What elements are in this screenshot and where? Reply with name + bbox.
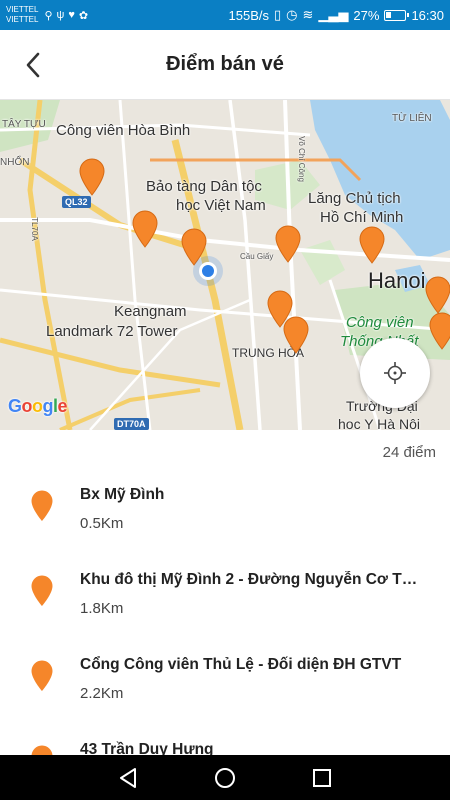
carrier-line-1: VIETTEL [6,5,39,14]
map-label-vo-chi-cong: Võ Chí Công [296,136,306,182]
carrier-line-2: VIETTEL [6,15,39,24]
map-label-cau-giay: Cầu Giấy [240,252,274,261]
network-speed: 155B/s [228,7,270,23]
map-label-museum-1: Bảo tàng Dân tộc [146,178,262,195]
points-count: 24 điểm [382,444,436,461]
map-label-mausoleum-1: Lăng Chủ tịch [308,190,401,207]
map-pin-icon [31,660,53,691]
map-label-park-thong-nhat-1: Công viên [346,314,414,331]
vibrate-icon: ▯ [274,7,282,22]
map-label-dt70a: DT70A [114,418,149,430]
locate-me-button[interactable] [360,338,430,408]
map-marker-8[interactable] [424,276,450,314]
chevron-left-icon [26,52,40,78]
status-bar: VIETTEL VIETTEL ⚲ ψ ♥ ✿ 155B/s ▯ ◷ ≋ ▁▃▅… [0,0,450,30]
map-label-mausoleum-2: Hồ Chí Minh [320,209,404,226]
map-marker-3[interactable] [180,228,208,266]
point-distance: 0.5Km [80,515,124,532]
battery-percent: 27% [353,7,380,23]
screen: VIETTEL VIETTEL ⚲ ψ ♥ ✿ 155B/s ▯ ◷ ≋ ▁▃▅… [0,0,450,800]
point-name: Bx Mỹ Đình [80,486,165,503]
map-label-hanoi: Hanoi [368,268,426,293]
heart-rate-icon: ♥ [68,9,75,21]
map-label-keangnam-2: Landmark 72 Tower [46,323,178,340]
map-marker-9[interactable] [428,312,450,350]
system-nav-bar [0,755,450,800]
map-marker-2[interactable] [131,210,159,248]
alarm-icon: ◷ [286,7,298,22]
nav-home-button[interactable] [205,758,245,798]
ticket-point-list: Bx Mỹ Đình 0.5Km Khu đô thị Mỹ Đình 2 - … [0,470,450,800]
map-view[interactable]: TÂY TỰU NHỔN Công viên Hòa Bình QL32 Bảo… [0,100,450,430]
map-label-tu-lien: TỪ LIÊN [392,113,432,124]
point-distance: 2.2Km [80,685,124,702]
map-label-tay-tuu: TÂY TỰU [2,119,46,130]
map-label-tl70a: TL70A [29,217,39,241]
status-right: 155B/s ▯ ◷ ≋ ▁▃▅ 27% 16:30 [229,7,444,23]
crosshair-icon [384,362,406,384]
notification-icons: ⚲ ψ ♥ ✿ [44,9,88,22]
nav-recent-button[interactable] [302,758,342,798]
app-bar: Điểm bán vé [0,30,450,100]
map-label-keangnam-1: Keangnam [114,303,187,320]
app-icon: ✿ [78,9,89,22]
carrier-info: VIETTEL VIETTEL [6,5,38,25]
map-label-park-hoa-binh: Công viên Hòa Bình [56,122,191,139]
map-label-nhon: NHỔN [0,157,30,168]
triangle-back-icon [120,767,137,788]
wifi-icon: ≋ [302,7,314,22]
point-name: Khu đô thị Mỹ Đình 2 - Đường Nguyễn Cơ T… [80,571,425,588]
list-item[interactable]: Khu đô thị Mỹ Đình 2 - Đường Nguyễn Cơ T… [0,555,450,640]
nav-back-button[interactable] [108,758,148,798]
square-recent-icon [312,768,331,787]
google-logo: Google [8,396,68,416]
current-location-dot [199,262,217,280]
map-marker-5[interactable] [358,226,386,264]
point-distance: 1.8Km [80,600,124,617]
circle-home-icon [214,767,235,788]
usb-icon: ⚲ [44,9,53,22]
map-pin-icon [31,490,53,521]
clock: 16:30 [411,7,444,23]
point-name: Cổng Công viên Thủ Lệ - Đối diện ĐH GTVT [80,656,402,673]
usb-icon-2: ψ [56,9,65,21]
signal-icon: ▁▃▅ [318,7,349,22]
map-marker-7[interactable] [282,316,310,354]
map-label-ql32: QL32 [62,196,91,208]
list-item[interactable]: Bx Mỹ Đình 0.5Km [0,470,450,555]
map-marker-4[interactable] [274,225,302,263]
map-pin-icon [31,575,53,606]
page-title: Điểm bán vé [166,53,284,75]
back-button[interactable] [18,50,48,80]
battery-icon [384,9,410,21]
list-item[interactable]: Cổng Công viên Thủ Lệ - Đối diện ĐH GTVT… [0,640,450,725]
map-marker-1[interactable] [78,158,106,196]
map-label-university-2: học Y Hà Nội [338,416,420,430]
map-label-museum-2: học Việt Nam [176,197,266,214]
